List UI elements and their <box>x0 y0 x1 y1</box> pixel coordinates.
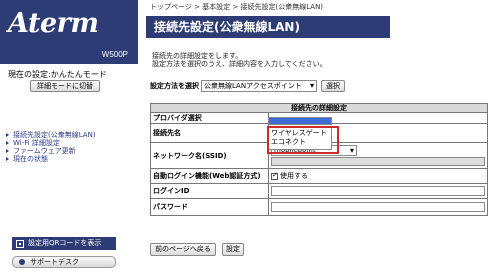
sidebar-item-status[interactable]: 現在の状態 <box>6 155 96 163</box>
provider-label: プロバイダ選択 <box>150 112 269 124</box>
ssid-label: ネットワーク名(SSID) <box>150 142 269 169</box>
model-name: W500P <box>0 44 138 64</box>
sidebar-item-firmware[interactable]: ファームウェア更新 <box>6 147 96 155</box>
autologin-cell: 使用する <box>268 168 488 184</box>
password-input[interactable] <box>271 202 485 212</box>
breadcrumb[interactable]: トップページ > 基本設定 > 接続先設定(公衆無線LAN) <box>150 2 323 12</box>
page-description: 接続先の詳細設定をします。 設定方法を選択のうえ、詳細内容を入力してください。 <box>152 52 327 68</box>
page-title: 接続先設定(公衆無線LAN) <box>146 16 390 38</box>
password-label: パスワード <box>150 198 269 216</box>
method-row: 設定方法を選択 公衆無線LANアクセスポイント 選択 <box>150 80 345 92</box>
current-mode-label: 現在の設定:かんたんモード <box>8 70 107 79</box>
sidebar-item-connection[interactable]: 接続先設定(公衆無線LAN) <box>6 131 96 139</box>
switch-detail-mode-button[interactable]: 詳細モードに切替 <box>30 80 100 92</box>
triangle-bullet-icon <box>6 149 9 153</box>
table-row: ログインID <box>150 183 488 199</box>
support-desk-button[interactable]: サポートデスク <box>12 256 116 268</box>
autologin-label: 自動ログイン機能(Web認証方式) <box>150 168 269 184</box>
provider-select[interactable] <box>268 117 332 125</box>
triangle-bullet-icon <box>6 133 9 137</box>
show-qr-button[interactable]: 設定用QRコードを表示 <box>12 237 116 250</box>
login-id-input[interactable] <box>271 186 485 196</box>
settings-button[interactable]: 設定 <box>222 243 244 256</box>
autologin-checkbox[interactable] <box>271 171 278 180</box>
triangle-bullet-icon <box>6 141 9 145</box>
back-button[interactable]: 前のページへ戻る <box>150 243 216 256</box>
password-cell <box>268 198 488 216</box>
highlight-annotation <box>267 126 339 154</box>
sidebar-nav: 接続先設定(公衆無線LAN) Wi-Fi 詳細設定 ファームウェア更新 現在の状… <box>6 131 96 163</box>
method-select[interactable]: 公衆無線LANアクセスポイント <box>201 80 317 92</box>
login-id-cell <box>268 183 488 199</box>
support-icon <box>19 259 25 265</box>
table-header: 接続先の詳細設定 <box>150 103 488 113</box>
select-button[interactable]: 選択 <box>321 80 345 92</box>
sidebar: Aterm W500P 現在の設定:かんたんモード 詳細モードに切替 接続先設定… <box>0 0 138 274</box>
sidebar-item-wifi[interactable]: Wi-Fi 詳細設定 <box>6 139 96 147</box>
table-row: パスワード <box>150 198 488 216</box>
qr-code-icon <box>16 239 24 248</box>
triangle-bullet-icon <box>6 157 9 161</box>
autologin-option-label: 使用する <box>280 172 308 180</box>
login-id-label: ログインID <box>150 183 269 199</box>
ssid-input[interactable] <box>271 157 485 166</box>
connection-name-label: 接続先名 <box>150 123 269 143</box>
method-label: 設定方法を選択 <box>150 82 199 90</box>
aterm-logo: Aterm <box>8 8 99 39</box>
table-row: 自動ログイン機能(Web認証方式) 使用する <box>150 168 488 184</box>
